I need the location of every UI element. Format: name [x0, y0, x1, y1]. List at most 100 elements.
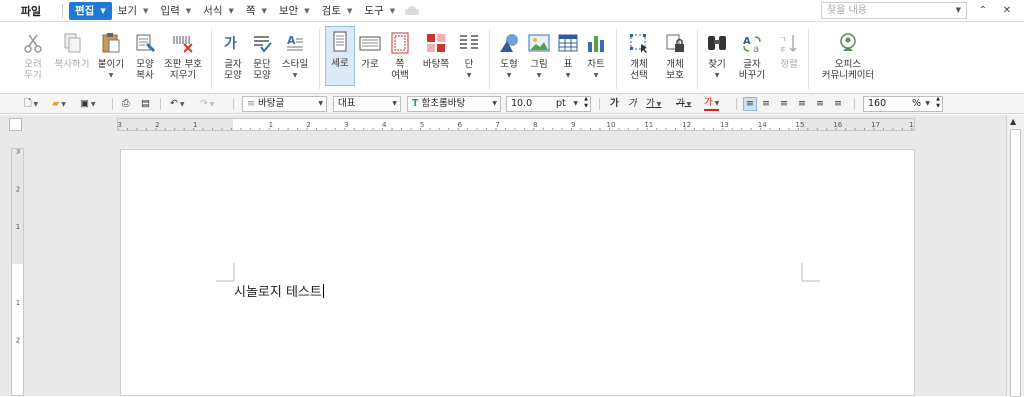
font-group-select[interactable]: 대표 ▼ [333, 96, 401, 112]
ruler-tick-label: 4 [382, 121, 387, 129]
stepper-icon[interactable]: ▲ ▼ [584, 96, 588, 110]
vertical-scrollbar[interactable]: ▲ [1006, 115, 1024, 397]
scissors-icon [24, 34, 42, 53]
font-color-button[interactable]: 가 ▼ [704, 97, 720, 111]
style-button[interactable]: A 스타일 ▼ [279, 28, 311, 81]
save-icon[interactable]: ▣ ▼ [80, 97, 96, 111]
strikethrough-button[interactable]: 가 ▼ [676, 97, 691, 111]
landscape-button[interactable]: 가로 [356, 28, 384, 70]
chevron-down-icon[interactable]: ▼ [492, 97, 497, 111]
align-center-icon[interactable]: ≡ [780, 97, 788, 111]
portrait-button[interactable]: 세로 [325, 26, 355, 86]
replace-button[interactable]: Aa 글자 바꾸기 [735, 28, 769, 81]
menu-security[interactable]: 보안 ▼ [273, 2, 316, 20]
bold-button[interactable]: 가 [610, 97, 619, 111]
menu-format[interactable]: 서식 ▼ [197, 2, 240, 20]
chevron-down-icon[interactable]: ▼ [956, 3, 961, 18]
chevron-down-icon: ▼ [185, 6, 192, 15]
search-input[interactable]: 찾을 내용 ▼ [821, 2, 967, 19]
table-button[interactable]: 표 ▼ [555, 28, 581, 81]
redo-icon[interactable]: ↷ ▼ [200, 97, 215, 111]
office-communicator-button[interactable]: 오피스 커뮤니케이터 [818, 28, 878, 81]
chevron-down-icon[interactable]: ▼ [555, 70, 581, 81]
erase-marks-button[interactable]: 조판 부호 지우기 [160, 28, 206, 81]
menu-tools[interactable]: 도구 ▼ [358, 2, 401, 20]
chart-button[interactable]: 차트 ▼ [583, 28, 609, 81]
font-size-input[interactable]: 10.0 pt ▼ ▲ ▼ [506, 96, 591, 112]
chevron-down-icon[interactable]: ▼ [495, 70, 523, 81]
background-page-button[interactable]: 바탕쪽 [418, 28, 454, 70]
font-select[interactable]: T 함초롬바탕 ▼ [407, 96, 501, 112]
format-copy-button[interactable]: 모양 복사 [130, 28, 160, 81]
chevron-down-icon: ▼ [389, 6, 396, 15]
chevron-down-icon[interactable]: ▼ [704, 70, 730, 81]
menu-review[interactable]: 검토 ▼ [316, 2, 359, 20]
chevron-down-icon[interactable]: ▼ [525, 70, 553, 81]
protect-object-button[interactable]: 개체 보호 [659, 28, 691, 81]
ribbon-divider [697, 29, 698, 89]
undo-icon[interactable]: ↶ ▼ [170, 97, 185, 111]
columns-label: 단 [464, 59, 474, 70]
menu-edit[interactable]: 편집 ▼ [69, 1, 112, 20]
text-caret [322, 284, 324, 298]
zoom-input[interactable]: 160% ▼ ▲ ▼ [863, 96, 943, 112]
chevron-down-icon[interactable]: ▼ [318, 97, 323, 111]
chevron-down-icon[interactable]: ▼ [456, 70, 482, 81]
ruler-tick-label: 16 [833, 121, 842, 129]
align-right-icon[interactable]: ≡ [798, 97, 806, 111]
style-select[interactable]: ≡ 바탕글 ▼ [242, 96, 327, 112]
para-shape-icon [254, 36, 272, 53]
cut-button[interactable]: 오려 두기 [17, 28, 49, 81]
document-body-text[interactable]: 시놀로지 테스트 [234, 281, 324, 300]
print-preview-icon[interactable]: ▤ [141, 97, 150, 111]
menu-view[interactable]: 보기 ▼ [112, 2, 155, 20]
print-icon[interactable]: ⎙ [122, 97, 130, 111]
page-margins-button[interactable]: 쪽 여백 [386, 28, 414, 81]
scroll-up-icon[interactable]: ▲ [1010, 117, 1016, 126]
shapes-label: 도형 [500, 59, 518, 70]
menu-review-label: 검토 [321, 5, 341, 17]
sort-button[interactable]: ㄱㅎ 정렬 [776, 28, 802, 70]
chevron-down-icon[interactable]: ▼ [925, 97, 930, 111]
font-size-value: 10.0 [511, 98, 533, 109]
underline-button[interactable]: 가 ▼ [646, 97, 661, 111]
close-icon[interactable]: ✕ [999, 3, 1015, 19]
chevron-down-icon[interactable]: ▼ [95, 70, 127, 81]
open-folder-icon[interactable]: ▰ ▼ [52, 97, 66, 111]
paste-button[interactable]: 붙이기 ▼ [95, 28, 127, 81]
scrollbar-thumb[interactable] [1010, 129, 1021, 397]
chevron-down-icon[interactable]: ▼ [392, 97, 397, 111]
menu-format-label: 서식 [203, 5, 223, 17]
collapse-ribbon-icon[interactable]: ⌃ [975, 3, 991, 19]
toolbar-divider [854, 98, 855, 110]
char-shape-button[interactable]: 가 글자 모양 [219, 28, 247, 81]
copy-button[interactable]: 복사하기 [51, 28, 93, 70]
chevron-down-icon[interactable]: ▼ [279, 70, 311, 81]
align-justify-icon[interactable]: ≡ [743, 97, 757, 111]
document-page[interactable]: 시놀로지 테스트 [120, 149, 915, 396]
cloud-icon[interactable] [405, 5, 420, 16]
shapes-button[interactable]: 도형 ▼ [495, 28, 523, 81]
horizontal-ruler[interactable]: 321123456789101112131415161718 [117, 118, 915, 131]
menu-file[interactable]: 파일 [0, 3, 62, 19]
split-align-icon[interactable]: ≡ [834, 97, 842, 111]
distribute-icon[interactable]: ≡ [816, 97, 824, 111]
new-document-icon[interactable]: 🗋 ▼ [24, 97, 38, 111]
chevron-down-icon[interactable]: ▼ [583, 70, 609, 81]
menu-page[interactable]: 쪽 ▼ [240, 2, 273, 20]
find-button[interactable]: 찾기 ▼ [704, 28, 730, 81]
chevron-down-icon[interactable]: ▼ [573, 97, 578, 111]
font-color-label: 가 [704, 97, 713, 108]
align-left-icon[interactable]: ≡ [762, 97, 770, 111]
columns-button[interactable]: 단 ▼ [456, 28, 482, 81]
ruler-corner-button[interactable] [9, 118, 22, 131]
stepper-icon[interactable]: ▲ ▼ [936, 96, 940, 110]
para-shape-button[interactable]: 문단 모양 [248, 28, 276, 81]
menu-insert[interactable]: 입력 ▼ [154, 2, 197, 20]
font-size-unit: pt [556, 98, 566, 109]
select-object-button[interactable]: 개체 선택 [624, 28, 654, 81]
ruler-tick-label: 2 [16, 185, 20, 193]
picture-button[interactable]: 그림 ▼ [525, 28, 553, 81]
vertical-ruler[interactable]: 3 2 1 1 2 [11, 148, 24, 396]
italic-button[interactable]: 가 [628, 97, 637, 111]
